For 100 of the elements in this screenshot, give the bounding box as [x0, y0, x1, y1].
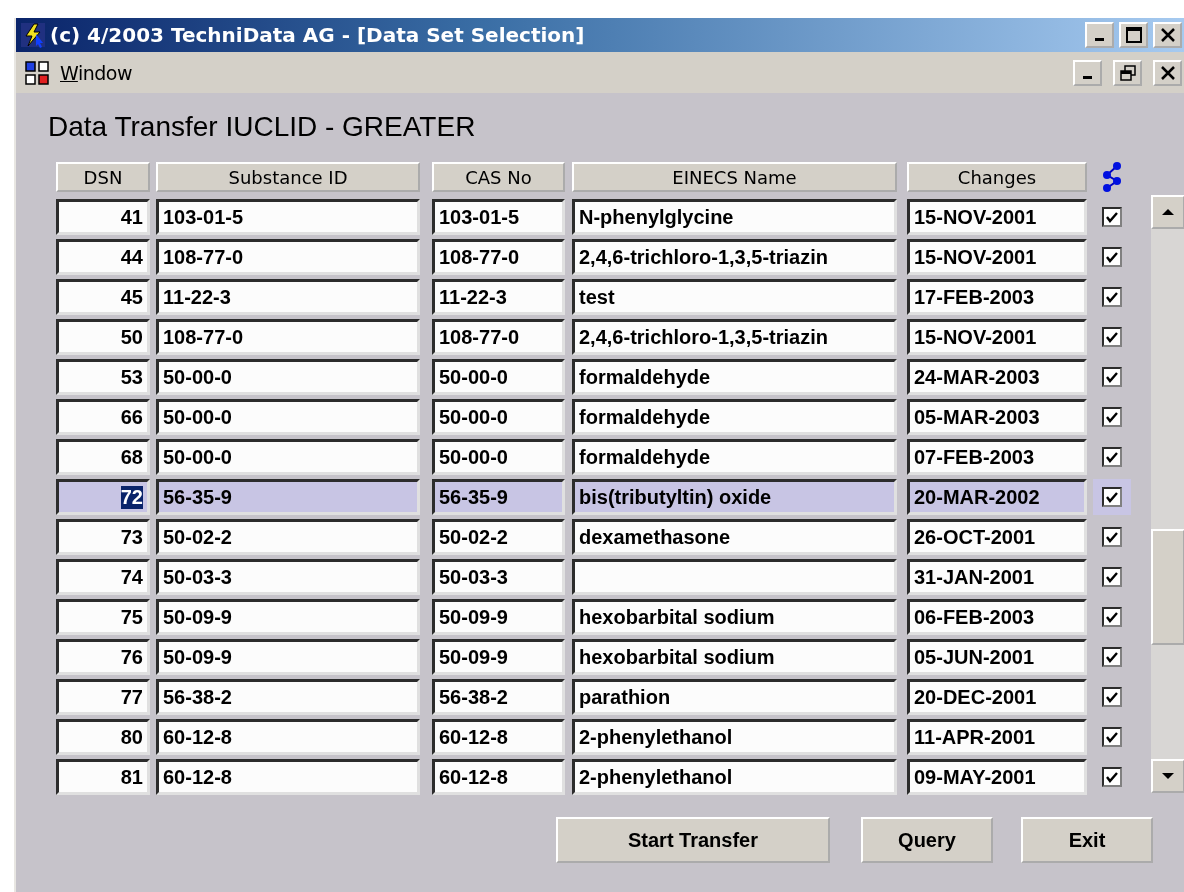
einecs-name-cell[interactable]: hexobarbital sodium	[572, 599, 897, 635]
einecs-name-cell[interactable]: formaldehyde	[572, 399, 897, 435]
changes-cell[interactable]: 17-FEB-2003	[907, 279, 1087, 315]
dsn-cell[interactable]: 75	[56, 599, 150, 635]
dsn-cell[interactable]: 68	[56, 439, 150, 475]
scroll-down-button[interactable]	[1151, 759, 1184, 793]
cas-no-cell[interactable]: 50-00-0	[432, 399, 565, 435]
substance-id-cell[interactable]: 50-02-2	[156, 519, 420, 555]
column-header[interactable]: Substance ID	[156, 162, 420, 192]
restore-button[interactable]	[1113, 59, 1142, 86]
action-button[interactable]: Start Transfer	[556, 817, 830, 863]
einecs-name-cell[interactable]: N-phenylglycine	[572, 199, 897, 235]
einecs-name-cell[interactable]: 2,4,6-trichloro-1,3,5-triazin	[572, 239, 897, 275]
changes-cell[interactable]: 05-JUN-2001	[907, 639, 1087, 675]
changes-cell[interactable]: 11-APR-2001	[907, 719, 1087, 755]
einecs-name-cell[interactable]: hexobarbital sodium	[572, 639, 897, 675]
einecs-name-cell[interactable]: formaldehyde	[572, 439, 897, 475]
changes-cell[interactable]: 07-FEB-2003	[907, 439, 1087, 475]
substance-id-cell[interactable]: 103-01-5	[156, 199, 420, 235]
einecs-name-cell[interactable]: formaldehyde	[572, 359, 897, 395]
checkbox[interactable]	[1102, 687, 1122, 707]
action-button[interactable]: Exit	[1021, 817, 1153, 863]
checkbox[interactable]	[1102, 527, 1122, 547]
changes-cell[interactable]: 24-MAR-2003	[907, 359, 1087, 395]
scroll-up-button[interactable]	[1151, 195, 1184, 229]
close-button[interactable]	[1153, 22, 1182, 48]
scroll-thumb[interactable]	[1151, 529, 1184, 645]
minimize-button[interactable]	[1085, 22, 1114, 48]
dsn-cell[interactable]: 80	[56, 719, 150, 755]
changes-cell[interactable]: 09-MAY-2001	[907, 759, 1087, 795]
einecs-name-cell[interactable]: test	[572, 279, 897, 315]
changes-cell[interactable]: 26-OCT-2001	[907, 519, 1087, 555]
cas-no-cell[interactable]: 60-12-8	[432, 719, 565, 755]
changes-cell[interactable]: 20-DEC-2001	[907, 679, 1087, 715]
cas-no-cell[interactable]: 56-38-2	[432, 679, 565, 715]
checkbox[interactable]	[1102, 447, 1122, 467]
dsn-cell[interactable]: 41	[56, 199, 150, 235]
einecs-name-cell[interactable]: dexamethasone	[572, 519, 897, 555]
checkbox[interactable]	[1102, 287, 1122, 307]
dsn-cell[interactable]: 81	[56, 759, 150, 795]
column-header[interactable]: EINECS Name	[572, 162, 897, 192]
checkbox[interactable]	[1102, 327, 1122, 347]
substance-id-cell[interactable]: 60-12-8	[156, 719, 420, 755]
einecs-name-cell[interactable]: bis(tributyltin) oxide	[572, 479, 897, 515]
substance-id-cell[interactable]: 108-77-0	[156, 319, 420, 355]
dsn-cell[interactable]: 44	[56, 239, 150, 275]
einecs-name-cell[interactable]: 2-phenylethanol	[572, 759, 897, 795]
cas-no-cell[interactable]: 50-03-3	[432, 559, 565, 595]
maximize-button[interactable]	[1119, 22, 1148, 48]
cas-no-cell[interactable]: 50-09-9	[432, 599, 565, 635]
dsn-cell[interactable]: 53	[56, 359, 150, 395]
dsn-cell[interactable]: 66	[56, 399, 150, 435]
menu-item[interactable]: Window	[60, 61, 132, 84]
changes-cell[interactable]: 15-NOV-2001	[907, 319, 1087, 355]
substance-id-cell[interactable]: 11-22-3	[156, 279, 420, 315]
substance-id-cell[interactable]: 50-00-0	[156, 399, 420, 435]
einecs-name-cell[interactable]: 2,4,6-trichloro-1,3,5-triazin	[572, 319, 897, 355]
cas-no-cell[interactable]: 56-35-9	[432, 479, 565, 515]
checkbox[interactable]	[1102, 487, 1122, 507]
checkbox[interactable]	[1102, 207, 1122, 227]
changes-cell[interactable]: 15-NOV-2001	[907, 239, 1087, 275]
cas-no-cell[interactable]: 103-01-5	[432, 199, 565, 235]
changes-cell[interactable]: 15-NOV-2001	[907, 199, 1087, 235]
checkbox[interactable]	[1102, 607, 1122, 627]
cas-no-cell[interactable]: 11-22-3	[432, 279, 565, 315]
substance-id-cell[interactable]: 50-00-0	[156, 359, 420, 395]
einecs-name-cell[interactable]: parathion	[572, 679, 897, 715]
dsn-cell[interactable]: 74	[56, 559, 150, 595]
checkbox[interactable]	[1102, 367, 1122, 387]
einecs-name-cell[interactable]	[572, 559, 897, 595]
checkbox[interactable]	[1102, 647, 1122, 667]
substance-id-cell[interactable]: 50-00-0	[156, 439, 420, 475]
dsn-cell[interactable]: 77	[56, 679, 150, 715]
changes-cell[interactable]: 05-MAR-2003	[907, 399, 1087, 435]
substance-id-cell[interactable]: 50-09-9	[156, 639, 420, 675]
substance-id-cell[interactable]: 60-12-8	[156, 759, 420, 795]
changes-cell[interactable]: 06-FEB-2003	[907, 599, 1087, 635]
checkbox[interactable]	[1102, 247, 1122, 267]
cas-no-cell[interactable]: 108-77-0	[432, 319, 565, 355]
checkbox[interactable]	[1102, 767, 1122, 787]
substance-id-cell[interactable]: 50-09-9	[156, 599, 420, 635]
cas-no-cell[interactable]: 108-77-0	[432, 239, 565, 275]
substance-id-cell[interactable]: 108-77-0	[156, 239, 420, 275]
column-header[interactable]: CAS No	[432, 162, 565, 192]
substance-id-cell[interactable]: 56-35-9	[156, 479, 420, 515]
dsn-cell[interactable]: 45	[56, 279, 150, 315]
cas-no-cell[interactable]: 50-00-0	[432, 359, 565, 395]
cas-no-cell[interactable]: 60-12-8	[432, 759, 565, 795]
dsn-cell[interactable]: 73	[56, 519, 150, 555]
checkbox[interactable]	[1102, 567, 1122, 587]
cas-no-cell[interactable]: 50-02-2	[432, 519, 565, 555]
changes-cell[interactable]: 20-MAR-2002	[907, 479, 1087, 515]
close-button[interactable]	[1153, 59, 1182, 86]
cas-no-cell[interactable]: 50-00-0	[432, 439, 565, 475]
dsn-cell[interactable]: 72	[56, 479, 150, 515]
changes-cell[interactable]: 31-JAN-2001	[907, 559, 1087, 595]
substance-id-cell[interactable]: 50-03-3	[156, 559, 420, 595]
action-button[interactable]: Query	[861, 817, 993, 863]
dsn-cell[interactable]: 50	[56, 319, 150, 355]
cas-no-cell[interactable]: 50-09-9	[432, 639, 565, 675]
